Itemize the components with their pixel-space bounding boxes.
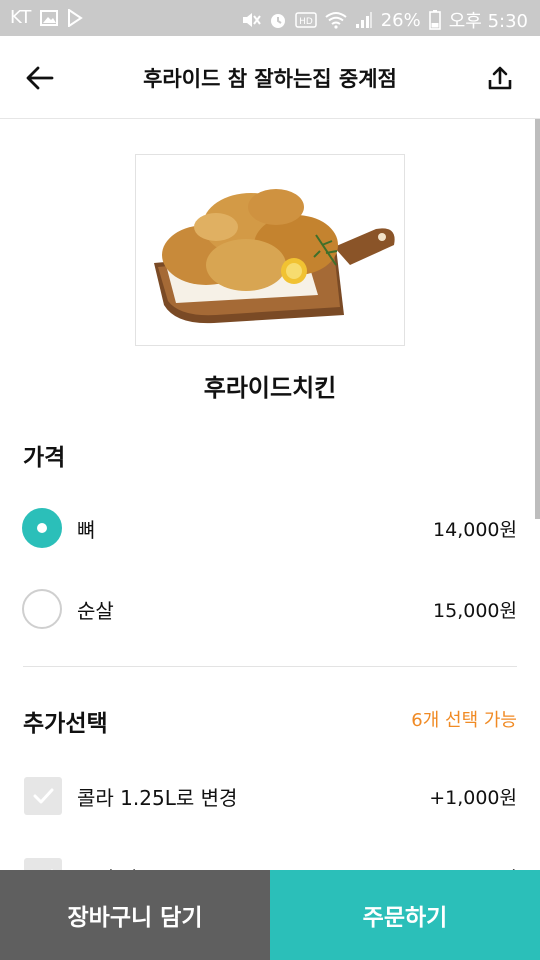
share-button[interactable] — [480, 58, 520, 98]
section-divider — [23, 666, 517, 667]
extra-option-cola[interactable]: 콜라 1.25L로 변경 +1,000원 — [24, 774, 517, 818]
play-store-icon — [67, 8, 84, 27]
bottom-action-bar: 장바구니 담기 주문하기 — [0, 870, 540, 960]
product-image — [135, 154, 405, 346]
product-name: 후라이드치킨 — [203, 374, 337, 402]
radio-button-selected[interactable] — [22, 508, 62, 548]
checkbox[interactable] — [24, 777, 62, 815]
wifi-icon — [325, 11, 347, 29]
app-header: 후라이드 참 잘하는집 중계점 — [0, 36, 540, 119]
signal-icon — [355, 11, 373, 29]
price-option-boneless[interactable]: 순살 15,000원 — [22, 587, 517, 631]
price-option-label: 순살 — [77, 598, 114, 623]
scrollbar[interactable] — [535, 119, 540, 519]
extra-option-price: +1,000원 — [429, 786, 517, 809]
price-section-title: 가격 — [23, 445, 66, 471]
fried-chicken-image — [154, 189, 395, 324]
svg-text:HD: HD — [299, 17, 313, 27]
radio-button[interactable] — [22, 589, 62, 629]
price-option-price: 14,000원 — [433, 518, 517, 541]
alarm-icon — [269, 11, 287, 29]
battery-icon — [428, 10, 441, 30]
add-to-cart-button[interactable]: 장바구니 담기 — [0, 870, 270, 960]
carrier-label: KT — [10, 7, 32, 28]
clock: 오후 5:30 — [448, 11, 528, 32]
status-bar: KT HD 26% 오후 5:30 — [0, 0, 540, 36]
share-icon — [488, 66, 512, 90]
hd-icon: HD — [294, 12, 317, 28]
extra-section-title: 추가선택 — [23, 711, 108, 737]
page-title: 후라이드 참 잘하는집 중계점 — [143, 67, 397, 91]
status-left: KT — [10, 7, 84, 28]
battery-percent: 26% — [380, 9, 421, 31]
price-option-label: 뼈 — [77, 517, 96, 542]
price-option-bone[interactable]: 뼈 14,000원 — [22, 506, 517, 550]
order-button[interactable]: 주문하기 — [270, 870, 540, 960]
check-icon — [33, 788, 54, 804]
gallery-icon — [40, 9, 59, 26]
extra-option-label: 콜라 1.25L로 변경 — [77, 785, 238, 810]
back-arrow-icon — [26, 66, 54, 90]
price-option-price: 15,000원 — [433, 599, 517, 622]
back-button[interactable] — [20, 58, 60, 98]
status-right: HD 26% 오후 5:30 — [241, 7, 528, 33]
extra-section-note: 6개 선택 가능 — [411, 710, 517, 731]
mute-icon — [241, 11, 261, 29]
